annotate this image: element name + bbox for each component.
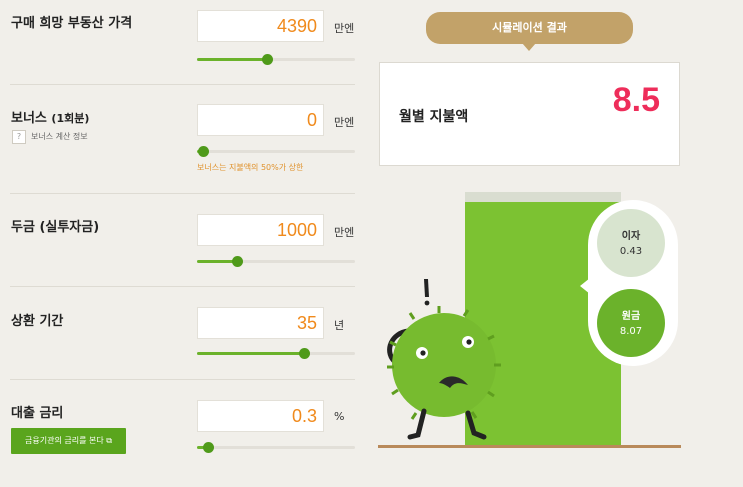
bonus-input[interactable]: 0 — [197, 104, 324, 136]
bonus-slider-knob[interactable] — [198, 146, 210, 157]
rate-slider-knob[interactable] — [203, 442, 215, 453]
term-slider-fill — [197, 352, 305, 355]
bonus-label-main: 보너스 — [11, 111, 47, 126]
bonus-unit: 만엔 — [334, 116, 355, 129]
monthly-payment-value: 8.5 — [612, 81, 660, 119]
principal-label: 원금 — [621, 311, 641, 322]
price-label: 구매 희망 부동산 가격 — [11, 16, 133, 31]
down-payment-input[interactable]: 1000 — [197, 214, 324, 246]
principal-value: 8.07 — [619, 326, 643, 337]
principal-circle: 원금 8.07 — [597, 289, 665, 357]
banner-arrow — [522, 43, 536, 51]
down-payment-unit: 만엔 — [334, 226, 355, 239]
term-slider-knob[interactable] — [299, 348, 311, 359]
bonus-note: 보너스는 지불액의 50%가 상한 — [197, 163, 304, 172]
interest-circle: 이자 0.43 — [597, 209, 665, 277]
down-payment-slider[interactable] — [197, 256, 355, 267]
result-box: 월별 지불액 8.5 — [379, 62, 680, 166]
interest-value: 0.43 — [619, 246, 643, 257]
price-slider-knob[interactable] — [261, 54, 273, 65]
term-slider[interactable] — [197, 348, 355, 359]
rate-label: 대출 금리 — [11, 406, 64, 421]
bank-rates-button[interactable]: 금융기관의 금리를 본다 ⧉ — [11, 428, 126, 454]
rate-unit: % — [334, 410, 345, 423]
price-slider[interactable] — [197, 54, 355, 65]
bonus-slider[interactable] — [197, 146, 355, 157]
term-unit: 년 — [334, 319, 345, 332]
term-label: 상환 기간 — [11, 314, 64, 329]
bonus-label-sub: (1회분) — [51, 112, 90, 125]
term-input[interactable]: 35 — [197, 307, 324, 339]
rate-slider[interactable] — [197, 442, 355, 453]
divider — [10, 286, 355, 287]
price-input[interactable]: 4390 — [197, 10, 324, 42]
price-unit: 만엔 — [334, 22, 355, 35]
bonus-info-link[interactable]: 보너스 계산 정보 — [31, 131, 88, 142]
divider — [10, 193, 355, 194]
down-payment-label: 두금 (실투자금) — [11, 220, 100, 235]
down-payment-slider-fill — [197, 260, 237, 263]
rate-input[interactable]: 0.3 — [197, 400, 324, 432]
mascot-illustration — [387, 279, 501, 440]
price-slider-fill — [197, 58, 267, 61]
question-icon[interactable]: ? — [12, 130, 26, 144]
bonus-label: 보너스 (1회분) — [11, 107, 89, 126]
ground-line — [378, 445, 681, 448]
monthly-payment-label: 월별 지불액 — [399, 109, 469, 125]
simulation-result-banner: 시뮬레이션 결과 — [426, 12, 633, 44]
interest-label: 이자 — [621, 231, 641, 242]
divider — [10, 84, 355, 85]
down-payment-slider-knob[interactable] — [231, 256, 243, 267]
payment-bar-background — [465, 192, 621, 202]
divider — [10, 379, 355, 380]
